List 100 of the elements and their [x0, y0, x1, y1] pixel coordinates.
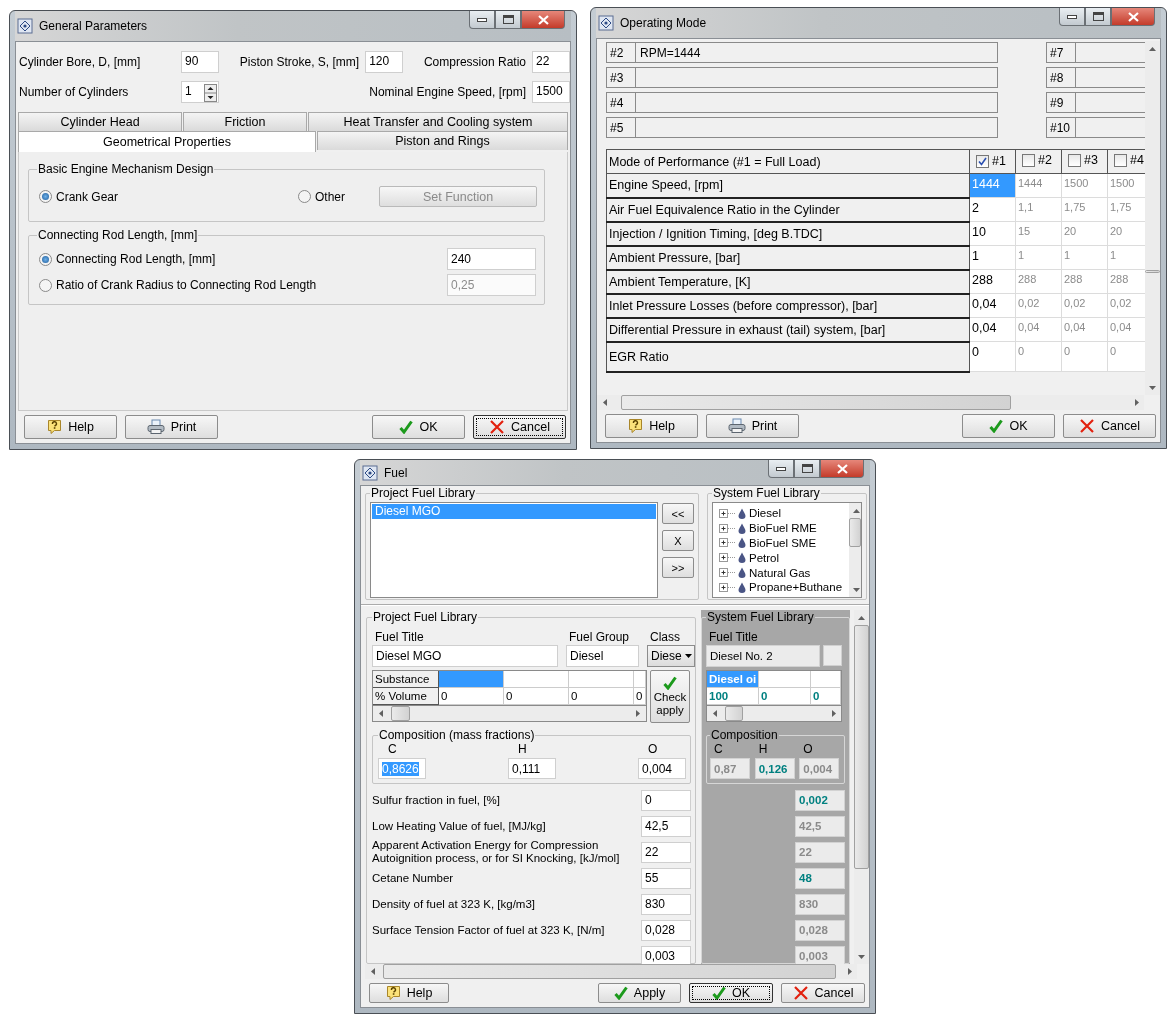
grid-cell[interactable]: 0 — [634, 688, 646, 705]
input-field[interactable]: Diesel MGO — [372, 645, 558, 667]
grid-cell[interactable]: 0 — [569, 688, 634, 705]
input-field[interactable]: 0 — [641, 789, 691, 811]
help-button[interactable]: Help — [24, 415, 117, 439]
grid-cell[interactable]: 0 — [439, 688, 504, 705]
input-field[interactable]: 0,004 — [638, 758, 686, 779]
tab[interactable]: Cylinder Head — [18, 112, 182, 131]
ok-button[interactable]: OK — [372, 415, 465, 439]
grid-cell[interactable] — [439, 671, 504, 688]
help-button[interactable]: Help — [605, 414, 698, 438]
scroll-thumb[interactable] — [1145, 269, 1160, 273]
vertical-scrollbar[interactable] — [854, 610, 869, 964]
spinner-field[interactable]: 1 — [181, 81, 219, 103]
close-button[interactable] — [820, 460, 864, 478]
tree-item[interactable]: Propane+Buthane — [749, 581, 843, 594]
radio-option[interactable]: Crank Gear — [39, 189, 298, 204]
minimize-button[interactable] — [469, 11, 495, 29]
checkbox-indicator[interactable] — [1068, 153, 1081, 167]
grid-cell[interactable] — [504, 671, 569, 688]
input-field[interactable]: 55 — [641, 867, 691, 889]
input-field[interactable]: 22 — [532, 51, 570, 73]
radio-indicator[interactable] — [298, 190, 311, 203]
minimize-button[interactable] — [1059, 8, 1085, 26]
horizontal-scrollbar[interactable] — [597, 395, 1144, 410]
scroll-thumb[interactable] — [725, 706, 743, 721]
grid-cell[interactable]: 0 — [504, 688, 569, 705]
right-arrow-icon — [636, 710, 641, 717]
maximize-button[interactable] — [794, 460, 820, 478]
input-field[interactable]: 0,003 — [641, 945, 691, 964]
scroll-thumb[interactable] — [854, 625, 869, 869]
tree-item[interactable]: BioFuel SME — [749, 537, 817, 549]
class-dropdown[interactable]: Diese — [647, 645, 695, 667]
expand-icon — [719, 553, 735, 563]
input-field[interactable]: Diesel — [566, 645, 639, 667]
radio-indicator[interactable] — [39, 252, 52, 266]
note-field[interactable]: #4 — [606, 92, 998, 113]
note-field[interactable]: #10 — [1046, 117, 1145, 138]
note-field[interactable]: #9 — [1046, 92, 1145, 113]
transfer-button[interactable]: >> — [662, 557, 694, 578]
input-field[interactable]: 0,111 — [508, 758, 556, 779]
tree-scrollbar[interactable] — [849, 503, 861, 597]
note-field[interactable]: #8 — [1046, 67, 1145, 88]
cancel-button[interactable]: Cancel — [781, 983, 865, 1003]
close-button[interactable] — [521, 11, 565, 29]
droplet-icon — [738, 522, 746, 534]
minimize-button[interactable] — [768, 460, 794, 478]
scroll-thumb[interactable] — [621, 395, 1012, 410]
tree-item[interactable]: BioFuel RME — [749, 522, 817, 535]
print-button[interactable]: Print — [706, 414, 799, 438]
grid-cell[interactable] — [569, 671, 634, 688]
ok-button[interactable]: OK — [689, 983, 773, 1003]
tree-item[interactable]: Diesel — [749, 507, 781, 520]
apply-button[interactable]: Apply — [598, 983, 681, 1003]
maximize-button[interactable] — [1085, 8, 1111, 26]
input-field[interactable]: 240 — [447, 248, 536, 270]
tree-item[interactable]: Natural Gas — [749, 566, 811, 579]
note-field[interactable]: #2 RPM=1444 — [606, 42, 998, 63]
scroll-thumb[interactable] — [849, 518, 861, 547]
transfer-button[interactable]: X — [662, 530, 694, 551]
input-field[interactable]: 1500 — [532, 81, 570, 103]
transfer-button[interactable]: << — [662, 503, 694, 524]
input-field[interactable]: 22 — [641, 841, 691, 863]
print-button[interactable]: Print — [125, 415, 218, 439]
fuel-tree[interactable]: Diesel BioFuel RME BioFuel SME Petrol Natural Gas Propane+Buthane — [712, 502, 862, 598]
tab[interactable]: Geometrical Properties — [18, 131, 316, 152]
radio-option[interactable]: Connecting Rod Length, [mm] — [39, 252, 216, 266]
grid-cell[interactable] — [634, 671, 646, 688]
ok-button[interactable]: OK — [962, 414, 1055, 438]
grid-scrollbar[interactable] — [706, 706, 842, 722]
substance-table[interactable]: Substance % Volume 0 0 0 0 — [372, 670, 647, 706]
checkbox-indicator[interactable] — [1022, 153, 1035, 167]
radio-option[interactable]: Ratio of Crank Radius to Connecting Rod Length — [39, 278, 317, 292]
tab[interactable]: Friction — [183, 112, 307, 131]
tab[interactable]: Piston and Rings — [317, 131, 568, 150]
checkbox-indicator[interactable] — [1114, 153, 1127, 167]
input-field[interactable]: 0,028 — [641, 919, 691, 941]
tab[interactable]: Heat Transfer and Cooling system — [308, 112, 568, 131]
grid-scrollbar[interactable] — [372, 706, 647, 722]
note-field[interactable]: #3 — [606, 67, 998, 88]
cancel-button[interactable]: Cancel — [473, 415, 566, 439]
checkbox-indicator[interactable] — [976, 154, 989, 168]
scroll-thumb[interactable] — [391, 706, 410, 721]
radio-option[interactable]: Other — [298, 189, 379, 204]
note-field[interactable]: #5 — [606, 117, 998, 138]
maximize-button[interactable] — [495, 11, 521, 29]
radio-indicator[interactable] — [39, 278, 52, 292]
vertical-scrollbar[interactable] — [1145, 41, 1160, 395]
check-apply-button[interactable]: Check apply — [650, 670, 690, 723]
input-field[interactable]: 90 — [181, 51, 219, 73]
help-button[interactable]: Help — [369, 983, 449, 1003]
radio-indicator[interactable] — [39, 190, 52, 203]
tree-item[interactable]: Petrol — [749, 551, 780, 564]
group-title: System Fuel Library — [706, 610, 815, 624]
close-button[interactable] — [1111, 8, 1155, 26]
input-field[interactable]: 830 — [641, 893, 691, 915]
cancel-button[interactable]: Cancel — [1063, 414, 1156, 438]
note-field[interactable]: #7 — [1046, 42, 1145, 63]
input-field[interactable]: 42,5 — [641, 815, 691, 837]
input-field[interactable]: 120 — [365, 51, 404, 73]
